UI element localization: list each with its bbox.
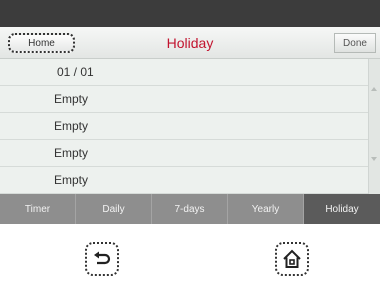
list-item[interactable]: Empty (0, 140, 368, 167)
tab-timer[interactable]: Timer (0, 194, 76, 224)
date-row[interactable]: 01 / 01 (0, 59, 368, 86)
holiday-list: 01 / 01 Empty Empty Empty Empty (0, 59, 380, 194)
device-screen: Home Holiday Done 01 / 01 Empty Empty Em… (0, 0, 380, 224)
page-title: Holiday (166, 35, 214, 51)
hardware-home-button[interactable] (275, 242, 309, 276)
back-button[interactable] (85, 242, 119, 276)
tab-bar: Timer Daily 7-days Yearly Holiday (0, 194, 380, 224)
header-bar: Home Holiday Done (0, 27, 380, 59)
scrollbar[interactable] (368, 59, 380, 194)
tab-yearly[interactable]: Yearly (228, 194, 304, 224)
scroll-down-icon[interactable] (371, 157, 377, 161)
list-item[interactable]: Empty (0, 86, 368, 113)
scroll-up-icon[interactable] (371, 87, 377, 91)
tab-7-days[interactable]: 7-days (152, 194, 228, 224)
list-item[interactable]: Empty (0, 113, 368, 140)
status-bar (0, 0, 380, 27)
list-item[interactable]: Empty (0, 167, 368, 194)
done-button[interactable]: Done (334, 33, 376, 53)
tab-holiday[interactable]: Holiday (304, 194, 380, 224)
tab-daily[interactable]: Daily (76, 194, 152, 224)
home-icon (283, 249, 301, 268)
back-arrow-icon (94, 251, 111, 265)
